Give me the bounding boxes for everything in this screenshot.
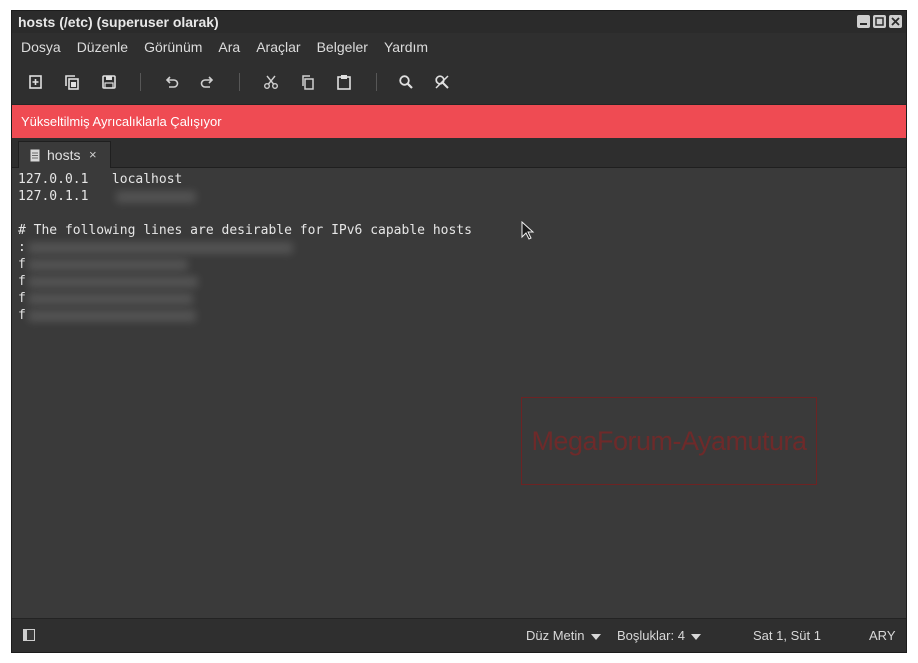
language-selector[interactable]: Düz Metin bbox=[526, 628, 601, 643]
editor-line: f bbox=[18, 274, 26, 289]
text-editor[interactable]: 127.0.0.1 localhost 127.0.1.1 # The foll… bbox=[12, 168, 906, 618]
maximize-icon bbox=[875, 17, 884, 26]
menu-edit[interactable]: Düzenle bbox=[69, 39, 136, 55]
toolbar bbox=[12, 60, 906, 105]
redo-button[interactable] bbox=[198, 73, 216, 91]
menu-documents[interactable]: Belgeler bbox=[309, 39, 376, 55]
redacted-text bbox=[28, 293, 193, 305]
tab-width-selector[interactable]: Boşluklar: 4 bbox=[617, 628, 701, 643]
tab-bar: hosts × bbox=[12, 138, 906, 168]
editor-line: f bbox=[18, 308, 26, 323]
open-document-button[interactable] bbox=[63, 73, 81, 91]
find-replace-icon bbox=[435, 75, 449, 89]
tab-width-label: Boşluklar: 4 bbox=[617, 628, 685, 643]
tab-close-button[interactable]: × bbox=[89, 147, 97, 162]
open-document-icon bbox=[65, 75, 79, 90]
window-title: hosts (/etc) (superuser olarak) bbox=[18, 14, 219, 30]
minimize-icon bbox=[860, 23, 867, 25]
toolbar-separator bbox=[376, 73, 377, 91]
banner-text: Yükseltilmiş Ayrıcalıklarla Çalışıyor bbox=[21, 114, 222, 129]
tab-label: hosts bbox=[47, 147, 81, 163]
paste-button[interactable] bbox=[335, 73, 353, 91]
editor-line: : bbox=[18, 240, 26, 255]
editor-window: hosts (/etc) (superuser olarak) Dosya Dü… bbox=[11, 10, 907, 653]
menu-search[interactable]: Ara bbox=[210, 39, 248, 55]
editor-line: 127.0.1.1 bbox=[18, 189, 89, 204]
title-bar: hosts (/etc) (superuser olarak) bbox=[12, 11, 906, 33]
editor-line: f bbox=[18, 291, 26, 306]
menu-bar: Dosya Düzenle Görünüm Ara Araçlar Belgel… bbox=[12, 33, 906, 60]
undo-icon bbox=[165, 76, 179, 88]
elevated-privileges-banner: Yükseltilmiş Ayrıcalıklarla Çalışıyor bbox=[12, 105, 906, 138]
copy-icon bbox=[302, 75, 314, 90]
paste-icon bbox=[337, 75, 351, 90]
menu-tools[interactable]: Araçlar bbox=[248, 39, 308, 55]
chevron-down-icon bbox=[690, 633, 701, 640]
save-icon bbox=[102, 75, 116, 89]
tab-hosts[interactable]: hosts × bbox=[18, 141, 111, 168]
mouse-pointer-icon bbox=[521, 221, 535, 240]
copy-button[interactable] bbox=[299, 73, 317, 91]
editor-line: # The following lines are desirable for … bbox=[18, 223, 472, 238]
menu-help[interactable]: Yardım bbox=[376, 39, 436, 55]
menu-file[interactable]: Dosya bbox=[12, 39, 69, 55]
side-panel-toggle-icon[interactable] bbox=[23, 629, 35, 641]
toolbar-separator bbox=[239, 73, 240, 91]
editor-line: f bbox=[18, 257, 26, 272]
watermark-text: MegaForum-Ayamutura bbox=[531, 425, 807, 456]
redacted-text bbox=[28, 242, 293, 254]
window-controls bbox=[857, 15, 902, 28]
close-icon bbox=[891, 17, 900, 26]
status-bar: Düz Metin Boşluklar: 4 Sat 1, Süt 1 ARY bbox=[12, 618, 906, 652]
menu-view[interactable]: Görünüm bbox=[136, 39, 210, 55]
new-document-button[interactable] bbox=[27, 73, 45, 91]
undo-button[interactable] bbox=[163, 73, 181, 91]
redacted-text bbox=[28, 259, 188, 271]
close-window-button[interactable] bbox=[889, 15, 902, 28]
redo-icon bbox=[200, 76, 214, 88]
redacted-text bbox=[28, 310, 196, 322]
editor-line: 127.0.0.1 localhost bbox=[18, 172, 183, 187]
maximize-button[interactable] bbox=[873, 15, 886, 28]
new-document-icon bbox=[29, 75, 42, 89]
watermark: MegaForum-Ayamutura bbox=[521, 397, 817, 485]
find-replace-button[interactable] bbox=[433, 73, 451, 91]
minimize-button[interactable] bbox=[857, 15, 870, 28]
cut-icon bbox=[264, 75, 278, 89]
toolbar-separator bbox=[140, 73, 141, 91]
language-label: Düz Metin bbox=[526, 628, 585, 643]
save-button[interactable] bbox=[100, 73, 118, 91]
search-icon bbox=[399, 75, 413, 89]
chevron-down-icon bbox=[590, 633, 601, 640]
document-icon bbox=[30, 149, 40, 162]
search-button[interactable] bbox=[397, 73, 415, 91]
cut-button[interactable] bbox=[262, 73, 280, 91]
cursor-position: Sat 1, Süt 1 bbox=[753, 628, 821, 643]
redacted-text bbox=[116, 191, 196, 203]
redacted-text bbox=[28, 276, 198, 288]
insert-mode[interactable]: ARY bbox=[869, 628, 896, 643]
